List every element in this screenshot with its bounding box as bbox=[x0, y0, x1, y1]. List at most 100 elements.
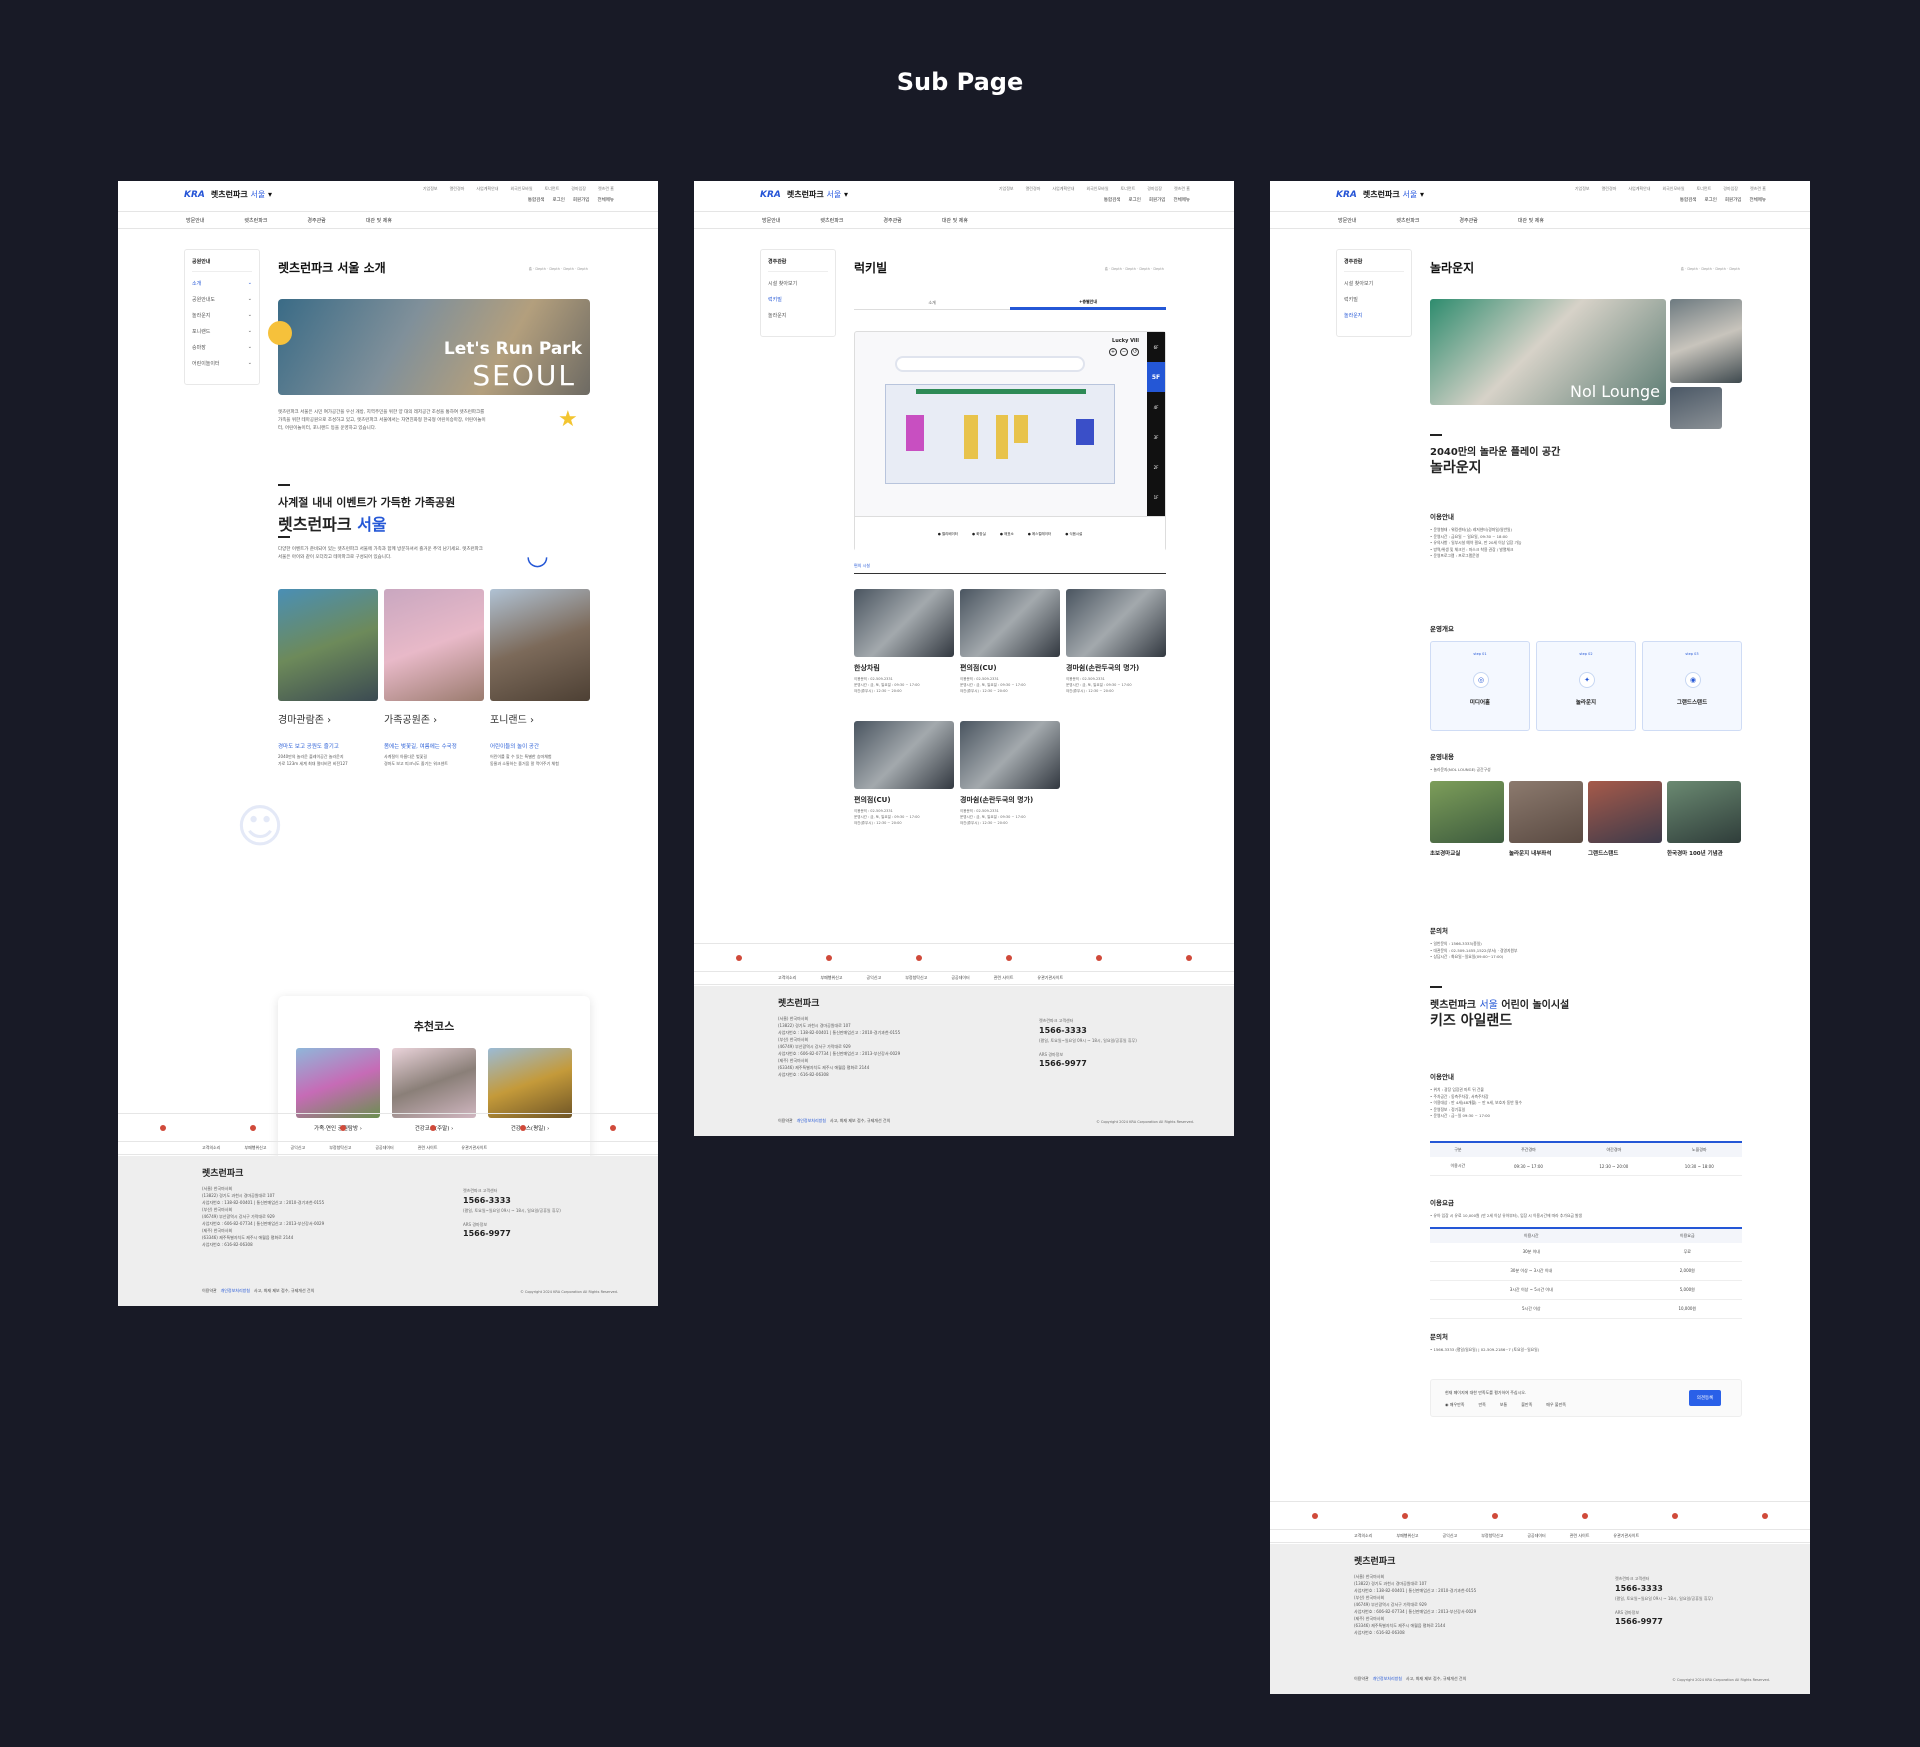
footer-link[interactable]: 부패행위신고 bbox=[1396, 1533, 1418, 1539]
ars-phone[interactable]: 1566-9977 bbox=[1039, 1059, 1087, 1068]
footer-link[interactable]: 유관기관사이트 bbox=[461, 1145, 487, 1151]
side-nav-item[interactable]: 시설 찾아보기 bbox=[768, 280, 828, 287]
gnb-item[interactable]: 렛츠런파크 bbox=[820, 217, 843, 224]
partner-logo[interactable] bbox=[610, 1124, 616, 1131]
rec-photo[interactable] bbox=[392, 1048, 476, 1118]
partner-logo[interactable] bbox=[250, 1124, 256, 1131]
footer-link[interactable]: 유관기관사이트 bbox=[1037, 975, 1063, 981]
side-nav-item[interactable]: 놀라운지 ⌄ bbox=[192, 312, 252, 319]
partner-logo[interactable] bbox=[826, 954, 832, 961]
map-zone[interactable] bbox=[916, 389, 1086, 394]
floor-button[interactable]: 2F bbox=[1147, 452, 1165, 482]
gnb-item[interactable]: 렛츠런파크 bbox=[244, 217, 267, 224]
card-title[interactable]: 가족공원존 › bbox=[384, 711, 437, 726]
ars-phone[interactable]: 1566-9977 bbox=[1615, 1617, 1663, 1626]
zoom-out-icon[interactable]: − bbox=[1120, 348, 1128, 356]
store-photo[interactable] bbox=[960, 721, 1060, 789]
side-nav-item[interactable]: 공원안내도 ⌄ bbox=[192, 296, 252, 303]
site-logo[interactable]: KRA 렛츠런파크 서울 ▾ bbox=[760, 189, 848, 200]
footer-link[interactable]: 고객의소리 bbox=[778, 975, 796, 981]
gnb-item[interactable]: 경주관람 bbox=[883, 217, 901, 224]
content-photo[interactable] bbox=[1430, 781, 1504, 843]
cs-phone[interactable]: 1566-3333 bbox=[1615, 1584, 1663, 1593]
rec-photo[interactable] bbox=[488, 1048, 572, 1118]
tab-floor-guide[interactable]: + 층별안내 bbox=[1010, 296, 1166, 310]
partner-logo[interactable] bbox=[1186, 954, 1192, 961]
footer-link[interactable]: 공익신고 bbox=[1443, 1533, 1458, 1539]
util-link[interactable]: 열린경마 bbox=[1602, 186, 1617, 192]
side-nav-item[interactable]: 소개 ⌄ bbox=[192, 280, 252, 287]
footer-link[interactable]: 공공데이터 bbox=[951, 975, 969, 981]
partner-logo[interactable] bbox=[1006, 954, 1012, 961]
util-link[interactable]: 기업정보 bbox=[423, 186, 438, 192]
side-nav-item[interactable]: 럭키빌 bbox=[1344, 296, 1404, 303]
map-zone[interactable] bbox=[906, 415, 924, 451]
card-title[interactable]: 경마관람존 › bbox=[278, 711, 331, 726]
site-logo[interactable]: KRA 렛츠런파크 서울 ▾ bbox=[184, 189, 272, 200]
footer-link[interactable]: 부정청탁신고 bbox=[329, 1145, 351, 1151]
util-link[interactable]: 토너먼트 bbox=[545, 186, 560, 192]
partner-logo[interactable] bbox=[430, 1124, 436, 1131]
partner-logo[interactable] bbox=[1402, 1512, 1408, 1519]
util-link[interactable]: 토너먼트 bbox=[1697, 186, 1712, 192]
footer-link[interactable]: 유관기관사이트 bbox=[1613, 1533, 1639, 1539]
footer-link[interactable]: 고객의소리 bbox=[202, 1145, 220, 1151]
footer-link[interactable]: 공공데이터 bbox=[375, 1145, 393, 1151]
util-link[interactable]: 외국인모바일 bbox=[1662, 186, 1684, 192]
content-photo[interactable] bbox=[1588, 781, 1662, 843]
util-link[interactable]: 렛츠런 홈 bbox=[1174, 186, 1190, 192]
content-photo[interactable] bbox=[1509, 781, 1583, 843]
login-button[interactable]: 로그인 bbox=[552, 197, 564, 203]
gnb-item[interactable]: 방문안내 bbox=[186, 217, 204, 224]
ops-card[interactable]: step 03 ◉ 그랜드스탠드 bbox=[1642, 641, 1742, 731]
util-link[interactable]: 경마입장 bbox=[1723, 186, 1738, 192]
all-menu-button[interactable]: 전체메뉴 bbox=[1749, 197, 1766, 203]
floor-button[interactable]: 3F bbox=[1147, 422, 1165, 452]
util-link[interactable]: 사업계획안내 bbox=[1052, 186, 1074, 192]
ops-card[interactable]: step 02 ✦ 놀라운지 bbox=[1536, 641, 1636, 731]
partner-logo[interactable] bbox=[520, 1124, 526, 1131]
footer-link[interactable]: 관련 사이트 bbox=[418, 1145, 438, 1151]
footer-link[interactable]: 관련 사이트 bbox=[994, 975, 1014, 981]
gnb-item[interactable]: 방문안내 bbox=[762, 217, 780, 224]
gnb-item[interactable]: 방문안내 bbox=[1338, 217, 1356, 224]
side-nav-item[interactable]: 시설 찾아보기 bbox=[1344, 280, 1404, 287]
signup-button[interactable]: 회원가입 bbox=[573, 197, 590, 203]
partner-logo[interactable] bbox=[916, 954, 922, 961]
cs-phone[interactable]: 1566-3333 bbox=[463, 1196, 511, 1205]
store-photo[interactable] bbox=[1066, 589, 1166, 657]
search-button[interactable]: 통합검색 bbox=[1104, 197, 1121, 203]
survey-option[interactable]: 불만족 bbox=[1521, 1402, 1532, 1408]
search-button[interactable]: 통합검색 bbox=[528, 197, 545, 203]
zoom-in-icon[interactable]: + bbox=[1109, 348, 1117, 356]
footer-link[interactable]: 부패행위신고 bbox=[244, 1145, 266, 1151]
store-photo[interactable] bbox=[960, 589, 1060, 657]
partner-logo[interactable] bbox=[1762, 1512, 1768, 1519]
survey-option[interactable]: 만족 bbox=[1479, 1402, 1486, 1408]
partner-logo[interactable] bbox=[736, 954, 742, 961]
signup-button[interactable]: 회원가입 bbox=[1725, 197, 1742, 203]
footer-link[interactable]: 공익신고 bbox=[291, 1145, 306, 1151]
side-nav-item[interactable]: 승마장 ⌄ bbox=[192, 344, 252, 351]
util-link[interactable]: 외국인모바일 bbox=[1086, 186, 1108, 192]
floor-button[interactable]: 4F bbox=[1147, 392, 1165, 422]
survey-submit-button[interactable]: 의견등록 bbox=[1689, 1390, 1721, 1406]
content-photo[interactable] bbox=[1667, 781, 1741, 843]
util-link[interactable]: 외국인모바일 bbox=[510, 186, 532, 192]
util-link[interactable]: 사업계획안내 bbox=[476, 186, 498, 192]
login-button[interactable]: 로그인 bbox=[1704, 197, 1716, 203]
gnb-item[interactable]: 경주관람 bbox=[307, 217, 325, 224]
signup-button[interactable]: 회원가입 bbox=[1149, 197, 1166, 203]
footer-link[interactable]: 부정청탁신고 bbox=[1481, 1533, 1503, 1539]
store-photo[interactable] bbox=[854, 589, 954, 657]
map-zone[interactable] bbox=[1076, 419, 1094, 445]
side-nav-item[interactable]: 럭키빌 bbox=[768, 296, 828, 303]
reset-icon[interactable]: ↺ bbox=[1131, 348, 1139, 356]
survey-option[interactable]: 보통 bbox=[1500, 1402, 1507, 1408]
tab-intro[interactable]: 소개 bbox=[854, 296, 1010, 310]
util-link[interactable]: 열린경마 bbox=[450, 186, 465, 192]
util-link[interactable]: 사업계획안내 bbox=[1628, 186, 1650, 192]
footer-link[interactable]: 공익신고 bbox=[867, 975, 882, 981]
map-zone[interactable] bbox=[964, 415, 978, 459]
card-photo[interactable] bbox=[384, 589, 484, 701]
